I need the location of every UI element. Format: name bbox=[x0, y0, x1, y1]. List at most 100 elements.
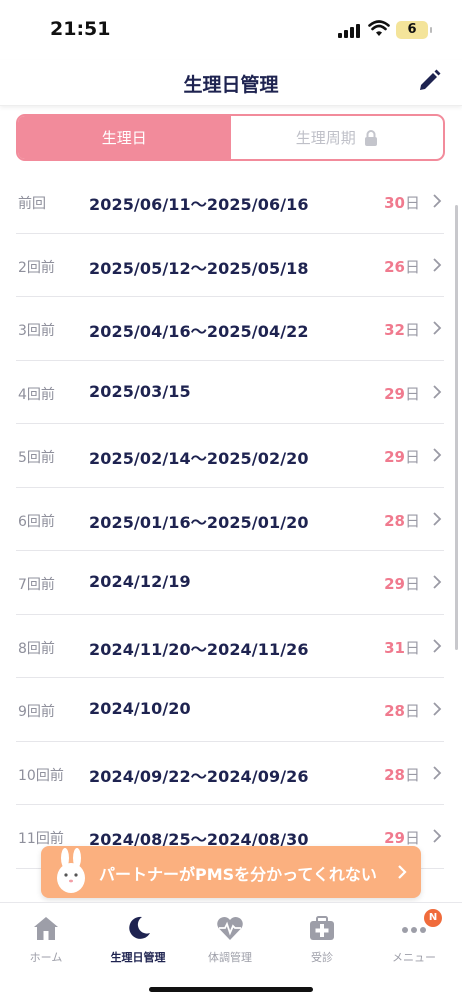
record-cycle-days: 28日 bbox=[384, 510, 420, 531]
tab-consultation[interactable]: 受診 bbox=[276, 909, 368, 969]
cycle-days-value: 32 bbox=[384, 321, 405, 339]
status-time: 21:51 bbox=[50, 18, 111, 40]
list-item[interactable]: 2回前 2025/05/12〜2025/05/18 26日 bbox=[16, 234, 444, 297]
record-label: 3回前 bbox=[18, 323, 55, 339]
chevron-right-icon bbox=[433, 575, 442, 589]
list-item[interactable]: 前回 2025/06/11〜2025/06/16 30日 bbox=[16, 170, 444, 234]
wifi-icon bbox=[368, 20, 390, 36]
cycle-days-unit: 日 bbox=[404, 765, 420, 784]
cycle-days-unit: 日 bbox=[404, 511, 420, 530]
cycle-days-value: 29 bbox=[384, 384, 405, 403]
bottom-tab-bar: ホーム 生理日管理 体調管理 受診 N メニュー bbox=[0, 902, 462, 1000]
chevron-right-icon bbox=[433, 257, 442, 272]
tab-health-management[interactable]: 体調管理 bbox=[184, 909, 276, 969]
record-label: 5回前 bbox=[18, 450, 55, 466]
tab-menu-label: メニュー bbox=[392, 951, 436, 964]
record-cycle-days: 30日 bbox=[384, 192, 420, 213]
chevron-right-icon bbox=[433, 702, 442, 716]
tab-period-days[interactable]: 生理日 bbox=[18, 116, 231, 159]
record-date: 2025/01/16〜2025/01/20 bbox=[89, 512, 309, 532]
edit-pencil-icon[interactable] bbox=[416, 68, 442, 94]
cycle-days-unit: 日 bbox=[404, 257, 420, 276]
header: 生理日管理 bbox=[0, 60, 462, 106]
cycle-days-unit: 日 bbox=[404, 384, 420, 403]
tab-home[interactable]: ホーム bbox=[0, 909, 92, 969]
cycle-days-unit: 日 bbox=[404, 575, 420, 593]
segmented-control: 生理日 生理周期 bbox=[16, 114, 445, 161]
pms-partner-banner[interactable]: パートナーがPMSを分かってくれない bbox=[41, 846, 421, 898]
home-indicator bbox=[149, 987, 313, 992]
record-cycle-days: 31日 bbox=[384, 637, 420, 658]
moon-icon bbox=[129, 916, 150, 939]
tab-period-days-label: 生理日 bbox=[101, 129, 147, 147]
record-label: 2回前 bbox=[18, 259, 55, 276]
medical-kit-icon bbox=[310, 916, 334, 940]
cycle-days-unit: 日 bbox=[404, 829, 420, 847]
record-cycle-days: 26日 bbox=[384, 256, 420, 277]
tab-health-management-label: 体調管理 bbox=[208, 951, 252, 964]
cycle-days-value: 28 bbox=[384, 511, 405, 530]
chevron-right-icon bbox=[433, 829, 442, 843]
chevron-right-icon bbox=[433, 321, 442, 335]
battery-icon: 6 bbox=[396, 21, 432, 39]
record-date: 2025/03/15 bbox=[89, 381, 191, 401]
tab-period-management-label: 生理日管理 bbox=[110, 951, 166, 964]
heart-pulse-icon bbox=[217, 916, 243, 940]
rabbit-mascot-icon bbox=[57, 848, 85, 893]
list-item[interactable]: 5回前 2025/02/14〜2025/02/20 29日 bbox=[16, 424, 444, 488]
status-bar: 21:51 6 bbox=[0, 0, 462, 60]
chevron-right-icon bbox=[433, 384, 442, 399]
tab-consultation-label: 受診 bbox=[311, 951, 333, 964]
record-date: 2025/04/16〜2025/04/22 bbox=[89, 322, 309, 341]
record-cycle-days: 28日 bbox=[384, 764, 420, 785]
chevron-right-icon bbox=[433, 511, 442, 526]
signal-icon bbox=[338, 24, 362, 38]
record-date: 2024/12/19 bbox=[89, 572, 191, 591]
record-cycle-days: 29日 bbox=[384, 446, 420, 467]
list-item[interactable]: 8回前 2024/11/20〜2024/11/26 31日 bbox=[16, 615, 444, 678]
list-item[interactable]: 3回前 2025/04/16〜2025/04/22 32日 bbox=[16, 297, 444, 361]
chevron-right-icon bbox=[398, 865, 407, 879]
record-label: 9回前 bbox=[18, 704, 55, 720]
cycle-days-value: 28 bbox=[384, 702, 405, 720]
record-date: 2024/09/22〜2024/09/26 bbox=[89, 766, 309, 786]
list-item[interactable]: 4回前 2025/03/15 29日 bbox=[16, 361, 444, 424]
record-label: 前回 bbox=[18, 196, 46, 212]
record-label: 10回前 bbox=[18, 767, 64, 784]
record-cycle-days: 29日 bbox=[384, 383, 420, 404]
home-icon bbox=[34, 917, 58, 940]
page-title: 生理日管理 bbox=[183, 74, 279, 96]
tab-period-cycle-label: 生理周期 bbox=[295, 129, 356, 147]
record-cycle-days: 29日 bbox=[384, 573, 420, 594]
record-label: 7回前 bbox=[18, 577, 55, 593]
tab-period-management[interactable]: 生理日管理 bbox=[92, 909, 184, 969]
cycle-days-unit: 日 bbox=[404, 194, 420, 212]
tab-home-label: ホーム bbox=[29, 951, 63, 964]
chevron-right-icon bbox=[433, 194, 442, 208]
record-date: 2024/10/20 bbox=[89, 699, 191, 718]
cycle-days-value: 26 bbox=[384, 257, 405, 276]
record-label: 8回前 bbox=[18, 640, 55, 657]
chevron-right-icon bbox=[433, 765, 442, 780]
scrollbar[interactable] bbox=[455, 205, 458, 650]
tab-period-cycle[interactable]: 生理周期 bbox=[231, 116, 444, 159]
cycle-days-value: 29 bbox=[384, 829, 405, 847]
cycle-days-value: 31 bbox=[384, 638, 405, 657]
tab-menu[interactable]: N メニュー bbox=[368, 909, 460, 969]
cycle-days-value: 30 bbox=[384, 194, 405, 212]
notification-badge: N bbox=[424, 909, 442, 927]
record-date: 2024/11/20〜2024/11/26 bbox=[89, 639, 309, 659]
list-item[interactable]: 10回前 2024/09/22〜2024/09/26 28日 bbox=[16, 742, 444, 805]
record-date: 2025/02/14〜2025/02/20 bbox=[89, 449, 309, 468]
list-item[interactable]: 6回前 2025/01/16〜2025/01/20 28日 bbox=[16, 488, 444, 551]
lock-icon bbox=[364, 129, 377, 146]
list-item[interactable]: 7回前 2024/12/19 29日 bbox=[16, 551, 444, 615]
cycle-days-unit: 日 bbox=[404, 702, 420, 720]
record-label: 4回前 bbox=[18, 386, 55, 403]
cycle-days-value: 28 bbox=[384, 765, 405, 784]
record-label: 6回前 bbox=[18, 513, 55, 530]
chevron-right-icon bbox=[433, 638, 442, 653]
list-item[interactable]: 9回前 2024/10/20 28日 bbox=[16, 678, 444, 742]
record-date: 2025/05/12〜2025/05/18 bbox=[89, 258, 309, 278]
cycle-days-unit: 日 bbox=[404, 448, 420, 466]
